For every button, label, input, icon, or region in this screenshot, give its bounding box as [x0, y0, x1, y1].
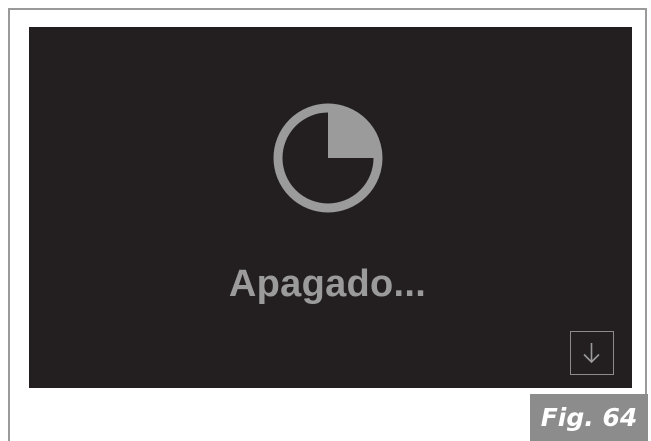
scroll-down-button[interactable]: [570, 331, 614, 375]
figure-label: Fig. 64: [530, 394, 648, 441]
status-text: Apagado...: [228, 263, 427, 305]
pie-timer-icon: [273, 103, 383, 213]
arrow-down-icon: [583, 343, 600, 364]
